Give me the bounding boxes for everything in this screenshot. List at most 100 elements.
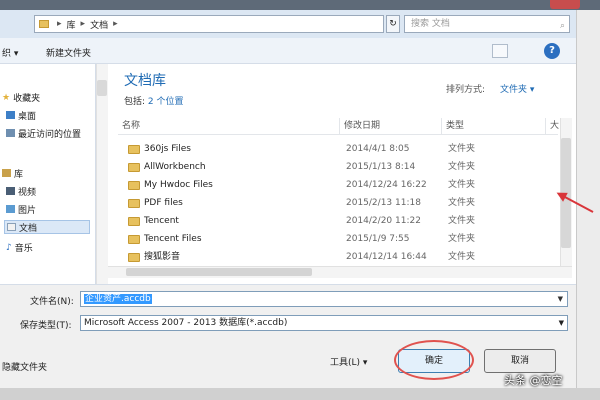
- file-date: 2014/12/14 16:44: [346, 252, 427, 262]
- table-row[interactable]: Tencent Files 2015/1/9 7:55 文件夹: [122, 230, 560, 248]
- column-header-size[interactable]: 大: [546, 118, 560, 134]
- filetype-value: Microsoft Access 2007 - 2013 数据库(*.accdb…: [84, 318, 288, 328]
- star-icon: ★: [2, 93, 11, 103]
- folder-icon: [128, 181, 140, 190]
- navigation-pane: ★ 收藏夹 桌面 最近访问的位置 库 视频 图片 文档 ♪ 音乐: [0, 64, 96, 284]
- nav-item-libraries[interactable]: 库: [2, 166, 23, 180]
- annotation-highlight-circle: [394, 340, 474, 380]
- watermark: 头条 @恋空: [504, 374, 563, 387]
- taskbar-strip: [0, 388, 600, 400]
- sort-label: 排列方式:: [446, 85, 486, 95]
- file-type: 文件夹: [448, 198, 476, 208]
- help-icon[interactable]: ?: [544, 43, 560, 59]
- file-date: 2015/2/13 11:18: [346, 198, 421, 208]
- address-bar[interactable]: ▸ 库 ▸ 文档 ▸: [34, 15, 384, 33]
- new-folder-button[interactable]: 新建文件夹: [46, 46, 91, 59]
- nav-item-desktop[interactable]: 桌面: [6, 108, 36, 122]
- file-type: 文件夹: [448, 180, 476, 190]
- file-type: 文件夹: [448, 162, 476, 172]
- filename-value: 企业资产.accdb: [84, 294, 152, 304]
- tools-dropdown[interactable]: 工具(L) ▾: [330, 355, 367, 368]
- filename-label: 文件名(N):: [30, 297, 74, 307]
- hide-folders-toggle[interactable]: 隐藏文件夹: [2, 360, 47, 373]
- nav-item-label: 图片: [18, 205, 37, 216]
- folder-icon: [128, 217, 140, 226]
- picture-icon: [6, 205, 15, 213]
- file-name: AllWorkbench: [144, 162, 206, 172]
- file-name: Tencent Files: [144, 234, 202, 244]
- nav-item-label: 桌面: [18, 111, 37, 122]
- table-row[interactable]: My Hwdoc Files 2014/12/24 16:22 文件夹: [122, 176, 560, 194]
- nav-item-documents[interactable]: 文档: [4, 220, 90, 234]
- file-type: 文件夹: [448, 144, 476, 154]
- folder-icon: [128, 235, 140, 244]
- table-row[interactable]: AllWorkbench 2015/1/13 8:14 文件夹: [122, 158, 560, 176]
- file-date: 2015/1/13 8:14: [346, 162, 416, 172]
- nav-item-videos[interactable]: 视频: [6, 184, 36, 198]
- file-date: 2015/1/9 7:55: [346, 234, 410, 244]
- folder-icon: [128, 253, 140, 262]
- nav-item-label: 视频: [18, 187, 37, 198]
- includes-label: 包括:: [124, 97, 146, 107]
- includes-locations-link[interactable]: 2 个位置: [148, 97, 184, 107]
- document-icon: [7, 223, 16, 231]
- table-row[interactable]: 360js Files 2014/4/1 8:05 文件夹: [122, 140, 560, 158]
- toolbar: 织 ▾ 新建文件夹 ?: [0, 38, 576, 64]
- window-close-button[interactable]: [550, 0, 580, 9]
- chevron-down-icon[interactable]: ▼: [559, 316, 564, 330]
- nav-item-label: 文档: [19, 223, 38, 234]
- folder-icon: [128, 199, 140, 208]
- table-row[interactable]: 搜狐影音 2014/12/14 16:44 文件夹: [122, 248, 560, 266]
- file-type: 文件夹: [448, 234, 476, 244]
- file-name: Tencent: [144, 216, 179, 226]
- search-icon: ⌕: [559, 21, 565, 31]
- window-top-bar: [0, 0, 600, 10]
- nav-scrollbar[interactable]: [96, 64, 108, 284]
- file-name: My Hwdoc Files: [144, 180, 213, 190]
- view-options-icon[interactable]: [492, 44, 508, 58]
- nav-item-recent[interactable]: 最近访问的位置: [6, 126, 81, 140]
- file-type: 文件夹: [448, 252, 476, 262]
- refresh-button[interactable]: ↻: [386, 15, 400, 33]
- table-row[interactable]: Tencent 2014/2/20 11:22 文件夹: [122, 212, 560, 230]
- nav-scrollbar-thumb[interactable]: [97, 80, 107, 96]
- nav-item-label: 库: [14, 169, 24, 180]
- desktop-icon: [6, 111, 15, 119]
- filetype-select[interactable]: Microsoft Access 2007 - 2013 数据库(*.accdb…: [80, 315, 568, 331]
- chevron-right-icon: ▸: [57, 19, 62, 29]
- column-header-type[interactable]: 类型: [442, 118, 546, 134]
- address-row: ▸ 库 ▸ 文档 ▸ ↻ 搜索 文档 ⌕: [0, 10, 576, 38]
- library-includes: 包括: 2 个位置: [124, 94, 184, 107]
- search-input[interactable]: 搜索 文档 ⌕: [404, 15, 570, 33]
- chevron-right-icon: ▸: [80, 19, 86, 29]
- filename-input[interactable]: 企业资产.accdb ▼: [80, 291, 568, 307]
- header-divider: [118, 134, 558, 135]
- breadcrumb-documents[interactable]: 文档: [90, 18, 108, 31]
- horizontal-scrollbar-thumb[interactable]: [126, 268, 312, 276]
- nav-item-music[interactable]: ♪ 音乐: [6, 240, 33, 254]
- sort-dropdown[interactable]: 文件夹 ▾: [500, 82, 534, 95]
- nav-item-label: 收藏夹: [13, 93, 41, 104]
- folder-icon: [128, 163, 140, 172]
- nav-item-favorites[interactable]: ★ 收藏夹: [2, 90, 40, 104]
- library-icon: [2, 169, 11, 177]
- filetype-label: 保存类型(T):: [20, 321, 72, 331]
- organize-button[interactable]: 织 ▾: [2, 46, 18, 59]
- music-icon: ♪: [6, 243, 12, 253]
- column-header-name[interactable]: 名称: [118, 118, 340, 134]
- column-header-date[interactable]: 修改日期: [340, 118, 442, 134]
- recent-places-icon: [6, 129, 15, 137]
- file-date: 2014/2/20 11:22: [346, 216, 421, 226]
- library-title: 文档库: [124, 73, 166, 89]
- cancel-button[interactable]: 取消: [484, 349, 556, 373]
- nav-item-label: 最近访问的位置: [18, 129, 82, 140]
- file-type: 文件夹: [448, 216, 476, 226]
- nav-item-pictures[interactable]: 图片: [6, 202, 36, 216]
- chevron-down-icon[interactable]: ▼: [557, 292, 564, 306]
- file-date: 2014/4/1 8:05: [346, 144, 410, 154]
- folder-icon: [128, 145, 140, 154]
- chevron-right-icon: ▸: [113, 19, 118, 29]
- table-row[interactable]: PDF files 2015/2/13 11:18 文件夹: [122, 194, 560, 212]
- video-icon: [6, 187, 15, 195]
- breadcrumb-library[interactable]: 库: [67, 18, 76, 31]
